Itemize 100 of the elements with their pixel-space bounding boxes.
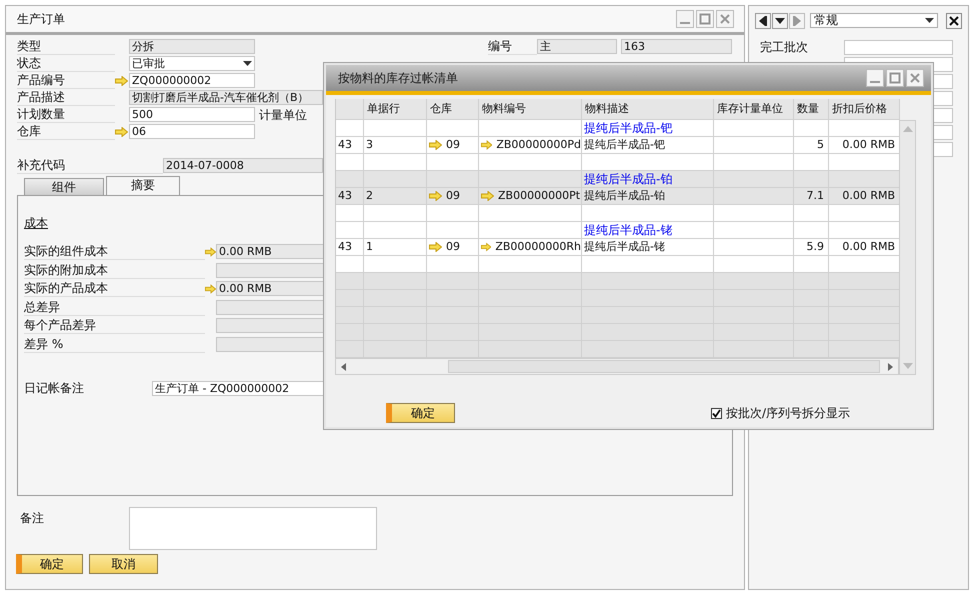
field-label: 总差异	[24, 298, 205, 316]
field-label: 状态	[17, 55, 115, 72]
input-field[interactable]: 06	[129, 124, 255, 139]
close-icon[interactable]	[946, 12, 962, 28]
table-cell: 1	[364, 239, 427, 256]
table-row[interactable]: 43 3 09 ZB00000000Pd 提纯后半成品-钯 5 0.00 RMB	[336, 137, 899, 154]
input-field[interactable]: 500	[129, 107, 255, 122]
checkbox[interactable]	[711, 408, 722, 418]
table-row[interactable]: 43 2 09 ZB00000000Pt 提纯后半成品-铂 7.1 0.00 RMB	[336, 188, 899, 205]
table-cell	[364, 205, 427, 222]
table-cell: 09	[427, 239, 479, 256]
arrow-icon[interactable]	[481, 140, 492, 150]
field-label: 差异 %	[24, 336, 205, 352]
field-label: 计量单位	[259, 106, 307, 122]
field-label: 日记帐备注	[24, 380, 85, 396]
maximize-icon[interactable]	[696, 10, 714, 28]
table-row[interactable]: 提纯后半成品-铑	[336, 222, 899, 239]
table-cell: 提纯后半成品-铂	[582, 188, 714, 205]
table-cell: 提纯后半成品-铑	[582, 239, 714, 256]
series-dropdown[interactable]: 主	[537, 39, 617, 54]
tab[interactable]: 摘要	[106, 176, 180, 195]
input-field[interactable]: ZQ000000002	[129, 73, 255, 88]
up-arrow-icon[interactable]	[902, 126, 912, 132]
right-arrow-icon[interactable]	[886, 362, 894, 370]
field-label: 实际的附加成本	[24, 262, 205, 278]
maximize-icon[interactable]	[886, 69, 904, 87]
check-icon	[712, 408, 721, 418]
checkbox-label[interactable]: 按批次/序列号拆分显示	[726, 404, 850, 422]
table-cell: ZB00000000Rh	[479, 239, 582, 256]
cancel-button[interactable]: 取消	[89, 554, 158, 574]
column-header[interactable]: 物料编号	[479, 99, 582, 120]
column-header[interactable]: 物料描述	[582, 99, 714, 120]
table-cell: ZB00000000Pd	[479, 137, 582, 154]
caret-icon	[243, 61, 252, 66]
table-cell: 5.9	[794, 239, 829, 256]
field-label: 仓库	[17, 123, 115, 140]
table-cell: 3	[364, 137, 427, 154]
down-icon[interactable]	[772, 12, 788, 28]
column-header[interactable]: 库存计量单位	[714, 99, 794, 120]
readonly-field: 切割打磨后半成品-汽车催化剂（B）	[129, 90, 323, 105]
table-cell	[794, 205, 829, 222]
arrow-icon[interactable]	[115, 76, 128, 86]
table-cell: 09	[427, 188, 479, 205]
previous-icon[interactable]	[755, 12, 771, 28]
remarks-field[interactable]	[129, 507, 377, 550]
column-header[interactable]: 单据行	[364, 99, 427, 120]
window-title: 按物料的库存过帐清单	[338, 70, 459, 86]
table-cell: 43	[336, 239, 364, 256]
table-cell	[427, 205, 479, 222]
readonly-field: 163	[621, 39, 732, 54]
column-header[interactable]: 仓库	[427, 99, 479, 120]
table-cell	[427, 120, 479, 137]
field-label: 实际的产品成本	[24, 280, 205, 297]
table-cell: 43	[336, 188, 364, 205]
table-cell[interactable]: 提纯后半成品-钯	[582, 120, 714, 137]
field-label: 类型	[17, 38, 115, 55]
column-header[interactable]: 数量	[794, 99, 829, 120]
readonly-field: 分拆	[129, 39, 255, 54]
caret-icon	[925, 18, 934, 23]
arrow-icon[interactable]	[481, 191, 494, 201]
view-dropdown[interactable]: 常规	[810, 13, 938, 28]
table-cell: 5	[794, 137, 829, 154]
table-cell	[364, 222, 427, 239]
table-cell: ZB00000000Pt	[479, 188, 582, 205]
table-cell: 43	[336, 137, 364, 154]
arrow-icon[interactable]	[429, 191, 442, 201]
table-cell: 09	[427, 137, 479, 154]
scrollbar[interactable]	[335, 358, 899, 375]
ok-button[interactable]: 确定	[16, 554, 83, 574]
field-label: 产品描述	[17, 89, 115, 106]
table-cell	[364, 120, 427, 137]
minimize-icon[interactable]	[676, 10, 694, 28]
field-label: 完工批次	[759, 39, 809, 56]
arrow-icon[interactable]	[205, 284, 216, 294]
tab[interactable]: 组件	[24, 178, 104, 195]
arrow-icon[interactable]	[429, 140, 442, 150]
field-label: 计划数量	[17, 106, 115, 123]
scrollbar[interactable]	[899, 120, 916, 375]
table-cell	[794, 222, 829, 239]
status-dropdown[interactable]: 已审批	[129, 56, 255, 71]
arrow-icon[interactable]	[205, 246, 216, 256]
input-field[interactable]	[844, 40, 953, 55]
table-row[interactable]: 提纯后半成品-钯	[336, 120, 899, 137]
table-cell[interactable]: 提纯后半成品-铑	[582, 222, 714, 239]
table-row[interactable]: 43 1 09 ZB00000000Rh 提纯后半成品-铑 5.9 0.00 RMB	[336, 239, 899, 256]
arrow-icon[interactable]	[481, 242, 492, 252]
field-label: 补充代码	[17, 157, 163, 174]
column-header[interactable]: 折扣后价格	[829, 99, 900, 120]
table-cell: 2	[364, 188, 427, 205]
left-arrow-icon[interactable]	[340, 362, 348, 370]
arrow-icon[interactable]	[429, 242, 442, 252]
window-title: 生产订单	[17, 10, 66, 28]
field-label: 实际的组件成本	[24, 243, 205, 260]
minimize-icon[interactable]	[866, 69, 884, 87]
down-arrow-icon[interactable]	[902, 363, 912, 369]
ok-button[interactable]: 确定	[386, 403, 455, 423]
field-label: 每个产品差异	[24, 317, 205, 334]
arrow-icon[interactable]	[115, 126, 128, 136]
table-row[interactable]: 提纯后半成品-铂	[336, 171, 899, 188]
table-cell: 7.1	[794, 188, 829, 205]
